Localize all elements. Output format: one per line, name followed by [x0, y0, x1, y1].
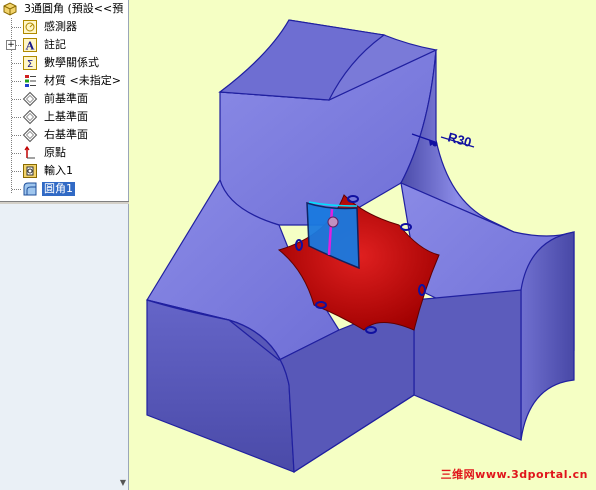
tree-item-fillet[interactable]: 圓角1	[0, 180, 129, 198]
tree-item-label: 右基準面	[44, 128, 88, 141]
right-arm-front-face	[413, 289, 522, 441]
expand-plus-icon[interactable]: +	[6, 40, 16, 50]
tree-rows: 3通圓角 (預設<<預 感測器 + A 註記 Σ 數學關係式 材質 <未指定> …	[0, 0, 129, 204]
fillet-center-point	[327, 216, 339, 228]
tree-branch-line	[12, 63, 21, 64]
tree-item-label: 輸入1	[44, 164, 73, 177]
tree-empty-area	[0, 204, 128, 490]
import-icon	[22, 163, 38, 179]
fillet-icon	[22, 181, 38, 197]
origin-icon	[22, 145, 38, 161]
tree-item-label: 上基準面	[44, 110, 88, 123]
scroll-down-arrow-icon[interactable]: ▼	[118, 478, 128, 488]
tree-branch-line	[12, 117, 21, 118]
annotation-icon: A	[22, 37, 38, 53]
tree-item-top-plane[interactable]: 上基準面	[0, 108, 129, 126]
plane-icon	[22, 109, 38, 125]
svg-text:Σ: Σ	[27, 59, 33, 70]
tree-item-label: 註記	[44, 38, 66, 51]
part-icon	[2, 1, 18, 17]
tree-branch-line	[12, 189, 21, 190]
tree-item-equations[interactable]: Σ 數學關係式	[0, 54, 129, 72]
tree-branch-line	[12, 153, 21, 154]
sensor-icon	[22, 19, 38, 35]
tree-branch-line	[12, 171, 21, 172]
tree-item-label: 圓角1	[42, 182, 75, 196]
tree-branch-line	[16, 45, 21, 46]
tree-root-label: 3通圓角 (預設<<預	[24, 2, 124, 15]
svg-text:A: A	[25, 40, 35, 53]
equation-icon: Σ	[22, 55, 38, 71]
tree-item-label: 數學關係式	[44, 56, 99, 69]
tree-branch-line	[12, 27, 21, 28]
tree-item-front-plane[interactable]: 前基準面	[0, 90, 129, 108]
tree-item-label: 材質 <未指定>	[44, 74, 121, 87]
tree-branch-line	[12, 81, 21, 82]
tree-item-right-plane[interactable]: 右基準面	[0, 126, 129, 144]
plane-icon	[22, 127, 38, 143]
plane-icon	[22, 91, 38, 107]
tree-item-label: 前基準面	[44, 92, 88, 105]
radius-dimension-label: R30	[446, 129, 473, 150]
tree-item-origin[interactable]: 原點	[0, 144, 129, 162]
tree-item-import[interactable]: 輸入1	[0, 162, 129, 180]
tree-item-label: 感測器	[44, 20, 77, 33]
tree-item-annotations[interactable]: + A 註記	[0, 36, 129, 54]
graphics-viewport[interactable]: R30 三维网www.3dportal.cn	[129, 0, 596, 490]
tree-item-label: 原點	[44, 146, 66, 159]
feature-manager-tree: 3通圓角 (預設<<預 感測器 + A 註記 Σ 數學關係式 材質 <未指定> …	[0, 0, 129, 490]
tree-branch-line	[12, 99, 21, 100]
watermark: 三维网www.3dportal.cn	[440, 468, 588, 481]
tree-root-part[interactable]: 3通圓角 (預設<<預	[0, 0, 129, 18]
material-icon	[22, 73, 38, 89]
tree-branch-line	[12, 135, 21, 136]
tree-item-material[interactable]: 材質 <未指定>	[0, 72, 129, 90]
tree-item-sensors[interactable]: 感測器	[0, 18, 129, 36]
right-arm-end-face	[520, 231, 575, 441]
